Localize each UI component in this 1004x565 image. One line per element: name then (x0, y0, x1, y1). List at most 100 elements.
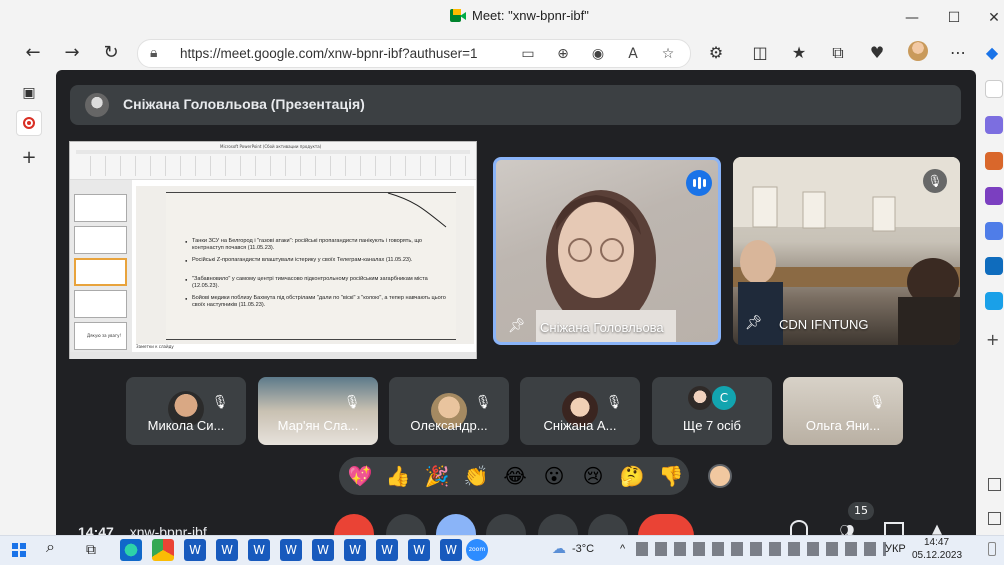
chat-icon[interactable] (884, 522, 904, 536)
recording-tab[interactable] (16, 110, 42, 136)
slide-thumbnails: Дякую за увагу! (70, 180, 132, 352)
favorite-star-icon[interactable]: ☆ (658, 44, 678, 64)
read-aloud-icon[interactable]: A (623, 44, 643, 64)
presenter-title: Сніжана Головльова (Презентація) (123, 96, 365, 112)
notifications-icon[interactable] (988, 542, 996, 556)
participant-tile[interactable]: 🎙︎ Мар'ян Сла... (258, 377, 378, 445)
url-text[interactable]: https://meet.google.com/xnw-bpnr-ibf?aut… (180, 46, 478, 61)
slide-thumb[interactable] (74, 226, 127, 254)
taskbar-date[interactable]: 05.12.2023 (912, 550, 962, 561)
reaction-sad[interactable]: 😢 (578, 461, 608, 491)
word-icon[interactable]: W (440, 539, 462, 561)
word-icon[interactable]: W (216, 539, 238, 561)
ppt-statusbar (70, 352, 476, 359)
games-icon[interactable] (985, 187, 1003, 205)
more-icon[interactable]: ⋯ (946, 41, 970, 65)
outlook-icon[interactable] (985, 257, 1003, 275)
reaction-surprised[interactable]: 😮 (539, 461, 569, 491)
maximize-icon[interactable]: ☐ (944, 8, 964, 28)
word-icon[interactable]: W (376, 539, 398, 561)
system-tray-icons[interactable] (636, 542, 886, 556)
favorites-icon[interactable]: ★ (787, 41, 811, 65)
address-bar[interactable]: 🔒︎ https://meet.google.com/xnw-bpnr-ibf?… (137, 39, 691, 68)
word-icon[interactable]: W (344, 539, 366, 561)
tab-actions-icon[interactable]: ▣ (16, 80, 42, 106)
minimize-icon[interactable]: — (902, 8, 922, 28)
slide-thumb[interactable] (74, 194, 127, 222)
health-icon[interactable]: ♥ (865, 41, 889, 65)
pin-icon[interactable]: 📌︎ (745, 315, 763, 331)
word-icon[interactable]: W (280, 539, 302, 561)
windows-start-icon[interactable] (12, 543, 26, 557)
participant-tile[interactable]: 🎙︎ Микола Си... (126, 377, 246, 445)
pin-icon[interactable]: 📌︎ (508, 318, 526, 334)
refresh-icon[interactable]: ↻ (98, 40, 124, 66)
participant-name: Сніжана А... (543, 418, 617, 433)
drop-icon[interactable] (985, 292, 1003, 310)
add-sidebar-icon[interactable]: + (986, 330, 999, 349)
word-icon[interactable]: W (248, 539, 270, 561)
chrome-icon[interactable] (152, 539, 174, 561)
reaction-party[interactable]: 🎉 (422, 461, 452, 491)
tracking-icon[interactable]: ◉ (588, 44, 608, 64)
close-icon[interactable]: ✕ (984, 8, 1004, 28)
more-participants-label: Ще 7 осіб (683, 418, 741, 433)
sidebar-panel-icon[interactable] (988, 478, 1001, 491)
participant-tile-speaker[interactable]: 📌︎ Сніжана Головльова (493, 157, 721, 345)
camera-icon[interactable]: ▭ (518, 44, 538, 64)
new-tab-icon[interactable]: + (16, 145, 42, 171)
more-participants-tile[interactable]: C Ще 7 осіб (652, 377, 772, 445)
participant-tile[interactable]: 🎙︎ Ольга Яни... (783, 377, 903, 445)
slide-thumb-selected[interactable] (74, 258, 127, 286)
back-icon[interactable]: ← (20, 40, 46, 66)
presentation-screen[interactable]: Microsoft PowerPoint (Сбой активации про… (69, 141, 477, 359)
reaction-laugh[interactable]: 😂 (500, 461, 530, 491)
external-link-icon[interactable] (988, 512, 1001, 525)
mic-off-icon: 🎙︎ (343, 395, 361, 410)
zoom-app-icon[interactable]: zoom (466, 539, 488, 561)
thumb-text: Дякую за увагу! (87, 333, 122, 338)
forward-icon[interactable]: → (59, 40, 85, 66)
reaction-thumbs-down[interactable]: 👎 (656, 461, 686, 491)
profile-avatar[interactable] (906, 41, 930, 65)
tools-icon[interactable] (985, 152, 1003, 170)
participant-tile[interactable]: 🎙︎ Олександр... (389, 377, 509, 445)
skin-tone-selector[interactable] (708, 464, 732, 488)
slide-decoration (387, 192, 447, 228)
shopping-icon[interactable] (985, 116, 1003, 134)
task-view-icon[interactable]: ⧉ (86, 541, 96, 558)
reaction-thumbs-up[interactable]: 👍 (383, 461, 413, 491)
copilot-icon[interactable]: ◆ (980, 41, 1004, 65)
reaction-heart[interactable]: 💖 (345, 461, 375, 491)
split-screen-icon[interactable]: ◫ (748, 41, 772, 65)
participant-avatar (688, 386, 712, 410)
slide-thumb[interactable] (74, 290, 127, 318)
reaction-clap[interactable]: 👏 (461, 461, 491, 491)
google-meet-icon (450, 9, 466, 22)
slide-thumb[interactable]: Дякую за увагу! (74, 322, 127, 350)
microsoft365-icon[interactable] (985, 222, 1003, 240)
word-icon[interactable]: W (184, 539, 206, 561)
info-icon[interactable] (790, 520, 808, 536)
tab-title: Meet: "xnw-bpnr-ibf" (472, 8, 589, 23)
taskbar-time[interactable]: 14:47 (924, 537, 949, 548)
mic-off-icon: 🎙︎ (474, 395, 492, 410)
input-language[interactable]: УКР (885, 543, 906, 555)
collections-icon[interactable]: ⧉ (826, 41, 850, 65)
extensions-icon[interactable]: ⚙ (704, 41, 728, 65)
tray-overflow-icon[interactable]: ^ (620, 543, 625, 555)
word-icon[interactable]: W (408, 539, 430, 561)
participant-tile[interactable]: 🎙︎ Сніжана А... (520, 377, 640, 445)
weather-icon[interactable]: ☁ (552, 540, 566, 557)
reaction-thinking[interactable]: 🤔 (617, 461, 647, 491)
zoom-icon[interactable]: ⊕ (553, 44, 573, 64)
slide-notes: Заметки к слайду (136, 344, 174, 349)
word-icon[interactable]: W (312, 539, 334, 561)
participant-tile-cdn[interactable]: 🎙︎ 📌︎ CDN IFNTUNG (733, 157, 960, 345)
weather-temp[interactable]: -3°C (572, 543, 594, 555)
edge-icon[interactable] (120, 539, 142, 561)
lock-icon[interactable]: 🔒︎ (150, 45, 157, 61)
search-sidebar-icon[interactable] (985, 80, 1003, 98)
participant-name: Мар'ян Сла... (277, 418, 359, 433)
search-icon[interactable]: ⌕ (46, 539, 55, 557)
